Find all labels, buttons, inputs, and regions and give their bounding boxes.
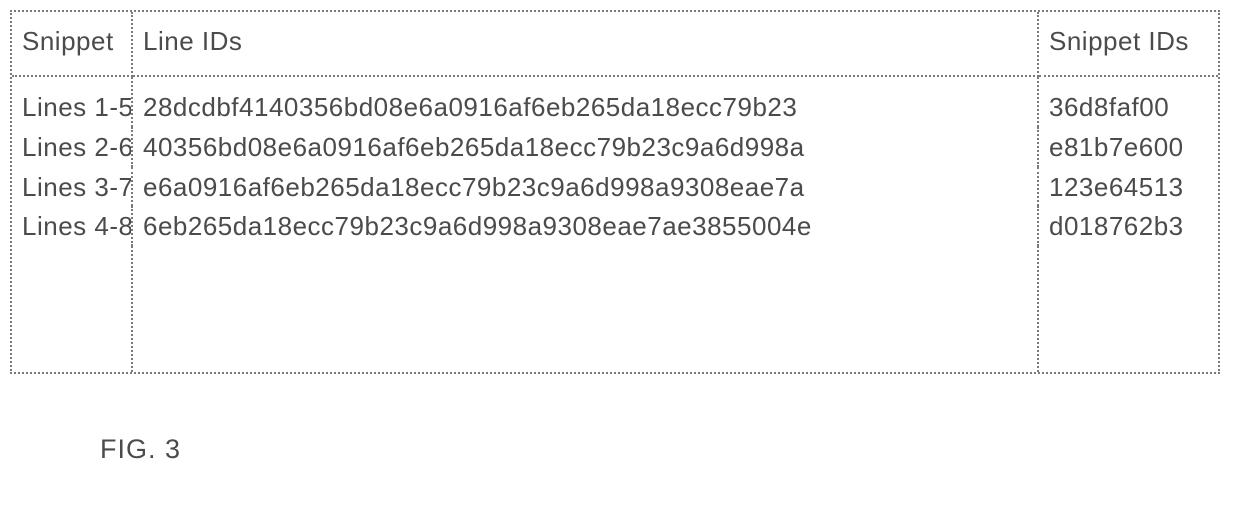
figure-label: FIG. 3 [100, 434, 1230, 465]
cell-snippet: Lines 1-5 [12, 76, 132, 127]
header-snippet: Snippet [12, 12, 132, 76]
table-row: Lines 1-5 28dcdbf4140356bd08e6a0916af6eb… [12, 76, 1218, 127]
cell-line-ids: 6eb265da18ecc79b23c9a6d998a9308eae7ae385… [132, 206, 1038, 246]
cell-snippet-ids: 36d8faf00 [1038, 76, 1218, 127]
table-row: Lines 3-7 e6a0916af6eb265da18ecc79b23c9a… [12, 167, 1218, 207]
cell-snippet-ids: d018762b3 [1038, 206, 1218, 246]
snippet-table: Snippet Line IDs Snippet IDs Lines 1-5 2… [12, 12, 1218, 372]
cell-snippet-ids: e81b7e600 [1038, 127, 1218, 167]
header-snippet-ids: Snippet IDs [1038, 12, 1218, 76]
header-line-ids: Line IDs [132, 12, 1038, 76]
cell-snippet: Lines 2-6 [12, 127, 132, 167]
table-row: Lines 2-6 40356bd08e6a0916af6eb265da18ec… [12, 127, 1218, 167]
table-header-row: Snippet Line IDs Snippet IDs [12, 12, 1218, 76]
cell-line-ids: 28dcdbf4140356bd08e6a0916af6eb265da18ecc… [132, 76, 1038, 127]
cell-snippet: Lines 4-8 [12, 206, 132, 246]
snippet-table-container: Snippet Line IDs Snippet IDs Lines 1-5 2… [10, 10, 1220, 374]
cell-line-ids: e6a0916af6eb265da18ecc79b23c9a6d998a9308… [132, 167, 1038, 207]
table-row-spacer [12, 246, 1218, 372]
table-row: Lines 4-8 6eb265da18ecc79b23c9a6d998a930… [12, 206, 1218, 246]
cell-snippet: Lines 3-7 [12, 167, 132, 207]
cell-snippet-ids: 123e64513 [1038, 167, 1218, 207]
cell-line-ids: 40356bd08e6a0916af6eb265da18ecc79b23c9a6… [132, 127, 1038, 167]
